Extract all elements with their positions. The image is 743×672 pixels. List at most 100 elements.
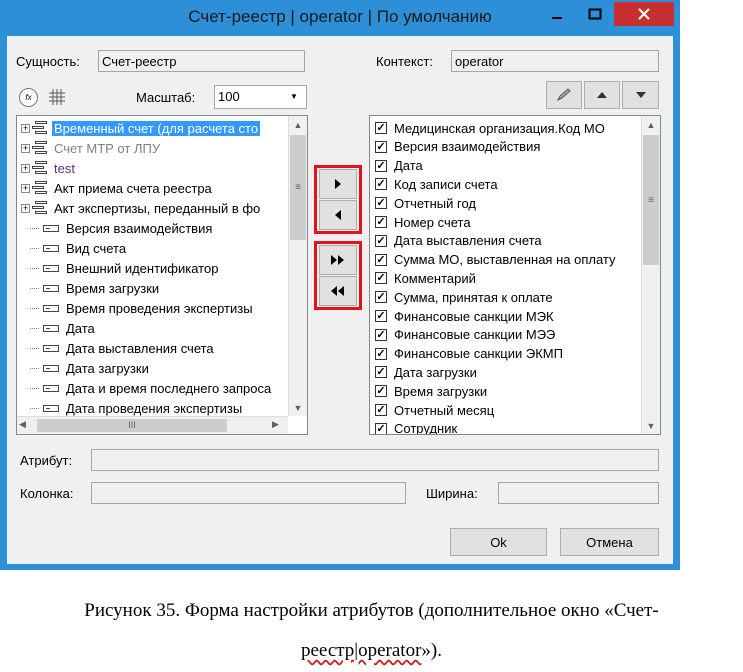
attribute-list-item[interactable]: ✓ Медицинская организация.Код МО (370, 118, 605, 138)
maximize-button[interactable] (578, 2, 611, 26)
attribute-icon (43, 304, 59, 312)
tree-item[interactable]: Версия взаимодействия (21, 218, 214, 238)
tree-item-label: Дата (66, 320, 95, 336)
checkbox[interactable]: ✓ (375, 234, 387, 247)
attribute-list-item[interactable]: ✓ Отчетный год (370, 193, 476, 213)
checkbox[interactable]: ✓ (375, 122, 387, 134)
tree-item[interactable]: + Акт приема счета реестра (21, 178, 214, 198)
tree-item[interactable]: Дата и время последнего запроса (21, 378, 273, 398)
scroll-right-icon[interactable]: ▶ (272, 419, 279, 430)
checkbox[interactable]: ✓ (375, 216, 387, 228)
scroll-thumb[interactable]: ≡ (290, 135, 306, 240)
edit-button[interactable] (546, 81, 582, 109)
checkbox[interactable]: ✓ (375, 253, 387, 266)
attribute-list-item[interactable]: ✓ Время загрузки (370, 381, 487, 401)
attribute-list-item[interactable]: ✓ Код записи счета (370, 174, 498, 194)
move-all-right-button[interactable] (319, 245, 357, 275)
tree-item[interactable]: Дата (21, 318, 97, 338)
attribute-icon (43, 324, 59, 332)
tree-vertical-scrollbar[interactable]: ▲ ≡ ▼ (288, 116, 307, 416)
scroll-down-icon[interactable]: ▼ (289, 399, 307, 416)
attribute-list-label: Дата загрузки (394, 364, 477, 380)
double-arrow-left-icon (331, 286, 344, 296)
attribute-list-item[interactable]: ✓ Версия взаимодействия (370, 137, 540, 157)
checkbox[interactable]: ✓ (375, 159, 387, 172)
tree-item[interactable]: Дата выставления счета (21, 338, 216, 358)
tree-item[interactable]: + Временный счет (для расчета сто (21, 118, 261, 138)
attribute-list-item[interactable]: ✓ Финансовые санкции МЭЭ (370, 325, 555, 345)
list-vertical-scrollbar[interactable]: ▲ ≡ ▼ (641, 116, 660, 434)
attribute-list-item[interactable]: ✓ Комментарий (370, 268, 476, 288)
attribute-list-item[interactable]: ✓ Сумма, принятая к оплате (370, 287, 553, 307)
tree-item[interactable]: + Счет МТР от ЛПУ (21, 138, 162, 158)
tree-item[interactable]: Вид счета (21, 238, 128, 258)
expand-icon[interactable]: + (21, 203, 30, 213)
tree-item[interactable]: + test (21, 158, 77, 178)
move-up-button[interactable] (584, 81, 620, 109)
tree-horizontal-scrollbar[interactable]: ◀ III ▶ (17, 416, 288, 434)
checkbox[interactable]: ✓ (375, 366, 387, 379)
close-button[interactable] (614, 2, 674, 26)
checkbox[interactable]: ✓ (375, 385, 387, 398)
attribute-list-item[interactable]: ✓ Отчетный месяц (370, 400, 494, 420)
caption-tail: »). (421, 640, 442, 661)
checkbox[interactable]: ✓ (375, 197, 387, 210)
checkbox[interactable]: ✓ (375, 422, 387, 434)
width-field[interactable] (498, 482, 659, 504)
scroll-thumb[interactable]: ≡ (643, 135, 659, 265)
tree-item[interactable]: Внешний идентификатор (21, 258, 220, 278)
attribute-list-item[interactable]: ✓ Номер счета (370, 212, 471, 232)
checkbox[interactable]: ✓ (375, 291, 387, 304)
attribute-list-label: Отчетный год (394, 195, 476, 211)
checkbox[interactable]: ✓ (375, 178, 387, 191)
attribute-list-label: Отчетный месяц (394, 402, 495, 418)
checkbox[interactable]: ✓ (375, 404, 387, 416)
attribute-list-label: Сумма, принятая к оплате (394, 289, 553, 305)
h-scroll-thumb[interactable]: III (37, 419, 227, 432)
attribute-list-item[interactable]: ✓ Сумма МО, выставленная на оплату (370, 250, 616, 270)
attribute-list-item[interactable]: ✓ Сотрудник (370, 419, 457, 434)
cancel-button[interactable]: Отмена (560, 528, 659, 556)
move-down-button[interactable] (622, 81, 659, 109)
tree-item-label: Дата и время последнего запроса (66, 380, 272, 396)
expand-icon[interactable]: + (21, 163, 30, 173)
minimize-button[interactable] (541, 2, 573, 26)
scroll-up-icon[interactable]: ▲ (642, 116, 660, 133)
expand-icon[interactable]: + (21, 183, 30, 193)
attribute-list-label: Финансовые санкции МЭК (394, 308, 554, 324)
entity-tree[interactable]: + Временный счет (для расчета сто + Счет МТ… (16, 115, 308, 435)
attribute-list-item[interactable]: ✓ Дата загрузки (370, 362, 477, 382)
tree-item-label: Акт экспертизы, переданный в фо (54, 200, 261, 216)
attribute-list-item[interactable]: ✓ Финансовые санкции ЭКМП (370, 344, 563, 364)
move-all-left-button[interactable] (319, 276, 357, 306)
scroll-left-icon[interactable]: ◀ (19, 419, 26, 430)
column-field[interactable] (91, 482, 406, 504)
grid-icon[interactable] (49, 89, 65, 105)
attribute-field[interactable] (91, 449, 659, 471)
attribute-list-item[interactable]: ✓ Дата (370, 156, 423, 176)
move-left-button[interactable] (319, 200, 357, 230)
tree-item[interactable]: Время проведения экспертизы (21, 298, 255, 318)
attribute-list-item[interactable]: ✓ Дата выставления счета (370, 231, 542, 251)
tree-item[interactable]: Дата загрузки (21, 358, 151, 378)
expand-icon[interactable]: + (21, 123, 30, 133)
tree-item[interactable]: + Акт экспертизы, переданный в фо (21, 198, 262, 218)
attribute-list-label: Дата выставления счета (394, 233, 542, 249)
checkbox[interactable]: ✓ (375, 272, 387, 285)
checkbox[interactable]: ✓ (375, 328, 387, 341)
tree-item[interactable]: Время загрузки (21, 278, 161, 298)
filter-icon[interactable]: fx (19, 88, 38, 107)
checkbox[interactable]: ✓ (375, 140, 387, 153)
attribute-list-item[interactable]: ✓ Финансовые санкции МЭК (370, 306, 554, 326)
expand-icon[interactable]: + (21, 143, 30, 153)
ok-button[interactable]: Ok (450, 528, 547, 556)
selected-attributes-list[interactable]: ✓ Медицинская организация.Код МО ✓ Версия в… (369, 115, 661, 435)
entity-field: Счет-реестр (98, 50, 305, 72)
scroll-up-icon[interactable]: ▲ (289, 116, 307, 133)
checkbox[interactable]: ✓ (375, 310, 387, 322)
move-right-button[interactable] (319, 169, 357, 199)
attribute-icon (43, 404, 59, 412)
scroll-down-icon[interactable]: ▼ (642, 417, 660, 434)
checkbox[interactable]: ✓ (375, 347, 387, 360)
tree-item[interactable]: Дата проведения экспертизы (21, 398, 244, 418)
